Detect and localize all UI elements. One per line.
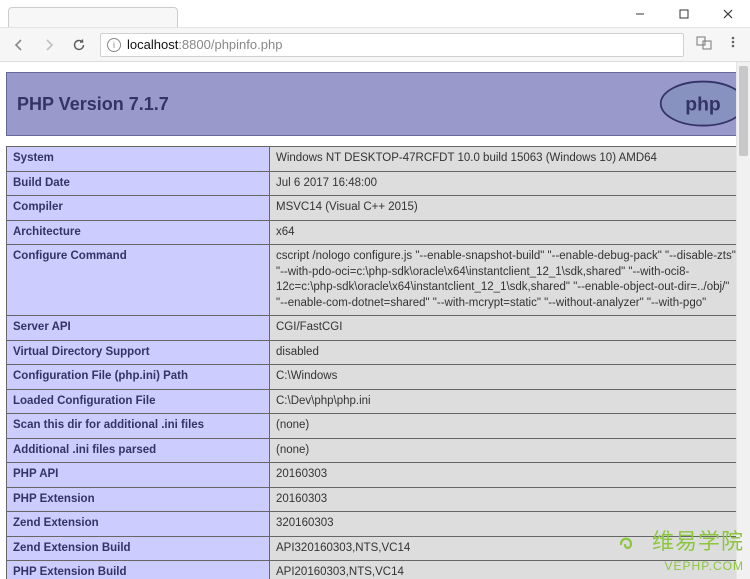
config-key: Scan this dir for additional .ini files xyxy=(7,414,270,439)
table-row: SystemWindows NT DESKTOP-47RCFDT 10.0 bu… xyxy=(7,147,744,172)
config-value: (none) xyxy=(270,438,744,463)
table-row: Scan this dir for additional .ini files(… xyxy=(7,414,744,439)
config-key: Configure Command xyxy=(7,245,270,316)
config-key: Server API xyxy=(7,316,270,341)
config-value: x64 xyxy=(270,220,744,245)
address-bar: i localhost:8800/phpinfo.php xyxy=(0,28,750,62)
table-row: Virtual Directory Supportdisabled xyxy=(7,340,744,365)
config-key: Zend Extension Build xyxy=(7,536,270,561)
table-row: Additional .ini files parsed(none) xyxy=(7,438,744,463)
config-value: disabled xyxy=(270,340,744,365)
config-value: (none) xyxy=(270,414,744,439)
config-key: PHP API xyxy=(7,463,270,488)
table-row: Configure Commandcscript /nologo configu… xyxy=(7,245,744,316)
table-row: Zend Extension320160303 xyxy=(7,512,744,537)
config-key: System xyxy=(7,147,270,172)
table-row: CompilerMSVC14 (Visual C++ 2015) xyxy=(7,196,744,221)
table-row: Configuration File (php.ini) PathC:\Wind… xyxy=(7,365,744,390)
table-row: Zend Extension BuildAPI320160303,NTS,VC1… xyxy=(7,536,744,561)
table-row: PHP Extension20160303 xyxy=(7,487,744,512)
back-button[interactable] xyxy=(10,36,28,54)
site-info-icon[interactable]: i xyxy=(107,38,121,52)
table-row: Architecturex64 xyxy=(7,220,744,245)
forward-button[interactable] xyxy=(40,36,58,54)
page-title: PHP Version 7.1.7 xyxy=(17,94,169,115)
config-value: C:\Dev\php\php.ini xyxy=(270,389,744,414)
config-key: Virtual Directory Support xyxy=(7,340,270,365)
window-close[interactable] xyxy=(706,0,750,28)
config-key: PHP Extension Build xyxy=(7,561,270,579)
window-controls xyxy=(618,0,750,27)
table-row: Build DateJul 6 2017 16:48:00 xyxy=(7,171,744,196)
url-path: /phpinfo.php xyxy=(211,37,283,52)
php-logo: php xyxy=(659,79,747,129)
url-port: :8800 xyxy=(178,37,211,52)
table-row: Loaded Configuration FileC:\Dev\php\php.… xyxy=(7,389,744,414)
config-key: Compiler xyxy=(7,196,270,221)
config-value: Jul 6 2017 16:48:00 xyxy=(270,171,744,196)
page-viewport: PHP Version 7.1.7 php SystemWindows NT D… xyxy=(0,62,750,579)
config-value: API320160303,NTS,VC14 xyxy=(270,536,744,561)
table-row: Server APICGI/FastCGI xyxy=(7,316,744,341)
url-input[interactable]: i localhost:8800/phpinfo.php xyxy=(100,33,684,57)
reload-button[interactable] xyxy=(70,36,88,54)
url-host: localhost xyxy=(127,37,178,52)
config-value: API20160303,NTS,VC14 xyxy=(270,561,744,579)
config-value: 20160303 xyxy=(270,487,744,512)
config-key: Loaded Configuration File xyxy=(7,389,270,414)
menu-icon[interactable] xyxy=(726,35,740,54)
config-value: CGI/FastCGI xyxy=(270,316,744,341)
vertical-scrollbar[interactable] xyxy=(736,62,750,579)
config-value: cscript /nologo configure.js "--enable-s… xyxy=(270,245,744,316)
browser-tab[interactable] xyxy=(8,7,178,27)
window-maximize[interactable] xyxy=(662,0,706,28)
config-key: Architecture xyxy=(7,220,270,245)
phpinfo-banner: PHP Version 7.1.7 php xyxy=(6,72,744,136)
config-value: C:\Windows xyxy=(270,365,744,390)
phpinfo-table: SystemWindows NT DESKTOP-47RCFDT 10.0 bu… xyxy=(6,146,744,579)
tab-strip xyxy=(0,0,618,27)
translate-icon[interactable] xyxy=(696,35,712,54)
config-value: 320160303 xyxy=(270,512,744,537)
table-row: PHP Extension BuildAPI20160303,NTS,VC14 xyxy=(7,561,744,579)
config-key: Zend Extension xyxy=(7,512,270,537)
table-row: PHP API20160303 xyxy=(7,463,744,488)
svg-text:php: php xyxy=(685,94,721,116)
window-minimize[interactable] xyxy=(618,0,662,28)
config-key: PHP Extension xyxy=(7,487,270,512)
scrollbar-thumb[interactable] xyxy=(739,66,748,156)
config-key: Additional .ini files parsed xyxy=(7,438,270,463)
config-value: Windows NT DESKTOP-47RCFDT 10.0 build 15… xyxy=(270,147,744,172)
config-key: Build Date xyxy=(7,171,270,196)
config-key: Configuration File (php.ini) Path xyxy=(7,365,270,390)
window-titlebar xyxy=(0,0,750,28)
config-value: 20160303 xyxy=(270,463,744,488)
config-value: MSVC14 (Visual C++ 2015) xyxy=(270,196,744,221)
